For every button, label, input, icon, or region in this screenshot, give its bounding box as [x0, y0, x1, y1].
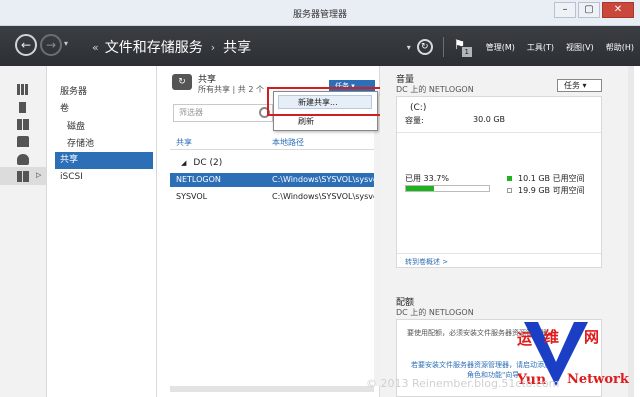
notifications-flag-icon[interactable]: ⚑ 1 [454, 38, 472, 57]
expand-arrow-icon[interactable]: ▷ [36, 171, 41, 179]
minimize-button[interactable]: – [554, 2, 576, 18]
watermark-cn-left: 运 [517, 330, 533, 348]
header-actions: ▾ ↻ ⚑ 1 管理(M) 工具(T) 视图(V) 帮助(H) [407, 37, 634, 57]
dashboard-icon[interactable] [17, 84, 29, 95]
share-path: C:\Windows\SYSVOL\sysvo [272, 175, 378, 184]
free-legend: 19.9 GB 可用空间 [507, 185, 585, 196]
card-divider [397, 132, 601, 133]
dns-role-icon[interactable] [17, 154, 29, 165]
free-swatch [507, 188, 512, 193]
share-path: C:\Windows\SYSVOL\sysvo [272, 192, 378, 201]
file-storage-icon[interactable] [17, 171, 29, 182]
close-button[interactable]: ✕ [602, 2, 634, 18]
volume-subtitle: DC 上的 NETLOGON [396, 85, 474, 94]
sidebar-item-servers[interactable]: 服务器 [60, 84, 87, 97]
refresh-icon[interactable]: ↻ [416, 39, 433, 55]
free-space: 19.9 GB 可用空间 [518, 186, 585, 195]
horizontal-scrollbar[interactable] [170, 386, 374, 392]
window-title: 服务器管理器 [292, 10, 347, 20]
used-space: 10.1 GB 已用空间 [518, 174, 585, 183]
used-legend: 10.1 GB 已用空间 [507, 173, 585, 184]
header-divider [442, 37, 444, 57]
capacity-label: 容量: [405, 116, 424, 125]
sidebar: 服务器 卷 磁盘 存储池 共享 iSCSI [47, 66, 157, 397]
watermark-en-right: Network [567, 372, 629, 387]
menu-view[interactable]: 视图(V) [566, 42, 594, 53]
minimize-icon: – [562, 4, 568, 15]
menu-help[interactable]: 帮助(H) [606, 42, 634, 53]
breadcrumb: « 文件和存储服务 › 共享 [92, 37, 251, 57]
forward-button[interactable]: → [40, 34, 62, 56]
all-servers-icon[interactable] [17, 119, 29, 130]
menu-tools[interactable]: 工具(T) [527, 42, 554, 53]
group-header[interactable]: ◢ DC (2) [181, 158, 222, 168]
collapse-icon[interactable]: ◢ [181, 159, 186, 167]
drive-label: (C:) [410, 103, 427, 113]
sidebar-item-iscsi[interactable]: iSCSI [60, 172, 83, 182]
table-row[interactable]: SYSVOL C:\Windows\SYSVOL\sysvo [170, 190, 380, 204]
used-swatch [507, 176, 512, 181]
sidebar-item-shares[interactable]: 共享 [55, 152, 153, 169]
breadcrumb-overflow-icon[interactable]: « [92, 41, 99, 54]
ad-role-icon[interactable] [17, 136, 29, 147]
breadcrumb-file-storage[interactable]: 文件和存储服务 [105, 37, 203, 57]
breadcrumb-separator-icon: › [210, 40, 216, 54]
details-scrollbar[interactable] [628, 66, 634, 397]
used-percent-label: 已用 33.7% [405, 174, 449, 183]
watermark-cn-mid: 维 [544, 328, 560, 346]
column-header-path[interactable]: 本地路径 [272, 137, 304, 148]
header-bar: ← → ▾ « 文件和存储服务 › 共享 ▾ ↻ ⚑ 1 管理(M) 工具(T) … [0, 26, 640, 66]
filter-input[interactable]: 筛选器 [173, 104, 273, 122]
sidebar-item-volumes[interactable]: 卷 [60, 101, 69, 114]
menu-item-refresh[interactable]: 刷新 [298, 116, 314, 127]
quota-subtitle: DC 上的 NETLOGON [396, 308, 474, 317]
local-server-icon[interactable] [19, 102, 26, 113]
volume-tasks-button[interactable]: 任务 ▾ [557, 79, 602, 92]
share-name: NETLOGON [176, 175, 221, 184]
go-to-volumes-link[interactable]: 转到卷概述 > [405, 257, 448, 267]
volume-tasks-label: 任务 [564, 81, 580, 90]
back-button[interactable]: ← [15, 34, 37, 56]
share-name: SYSVOL [176, 192, 208, 201]
close-icon: ✕ [613, 4, 623, 15]
volume-card: (C:) 容量: 30.0 GB 已用 33.7% 10.1 GB 已用空间 1… [396, 96, 602, 268]
menu-manage[interactable]: 管理(M) [486, 42, 515, 53]
title-bar: 服务器管理器 – ▢ ✕ [0, 0, 640, 26]
refresh-dropdown-icon[interactable]: ▾ [407, 43, 411, 52]
notifications-badge: 1 [461, 47, 472, 57]
usage-bar [405, 185, 490, 192]
icon-strip: ▷ [0, 66, 47, 397]
sidebar-item-disks[interactable]: 磁盘 [67, 119, 85, 132]
sidebar-item-storage-pools[interactable]: 存储池 [67, 136, 94, 149]
table-row[interactable]: NETLOGON C:\Windows\SYSVOL\sysvo [170, 173, 380, 187]
shares-refresh-icon[interactable]: ↻ [172, 74, 192, 90]
breadcrumb-shares[interactable]: 共享 [223, 37, 251, 57]
group-label: DC (2) [193, 158, 223, 168]
history-dropdown-icon[interactable]: ▾ [64, 39, 68, 48]
window-controls: – ▢ ✕ [552, 2, 634, 18]
header-divider [170, 149, 380, 150]
column-header-share[interactable]: 共享 [176, 137, 192, 148]
watermark-cn-right: 网 [584, 328, 600, 346]
usage-bar-fill [406, 186, 434, 191]
capacity-value: 30.0 GB [473, 115, 506, 124]
maximize-icon: ▢ [584, 4, 594, 15]
shares-subtitle: 所有共享 | 共 2 个 [198, 85, 264, 94]
maximize-button[interactable]: ▢ [578, 2, 600, 18]
highlight-annotation-box [267, 87, 383, 116]
copyright-watermark: © 2013 Reinember.blog.51cto.com [366, 377, 560, 390]
card-divider [397, 253, 601, 254]
